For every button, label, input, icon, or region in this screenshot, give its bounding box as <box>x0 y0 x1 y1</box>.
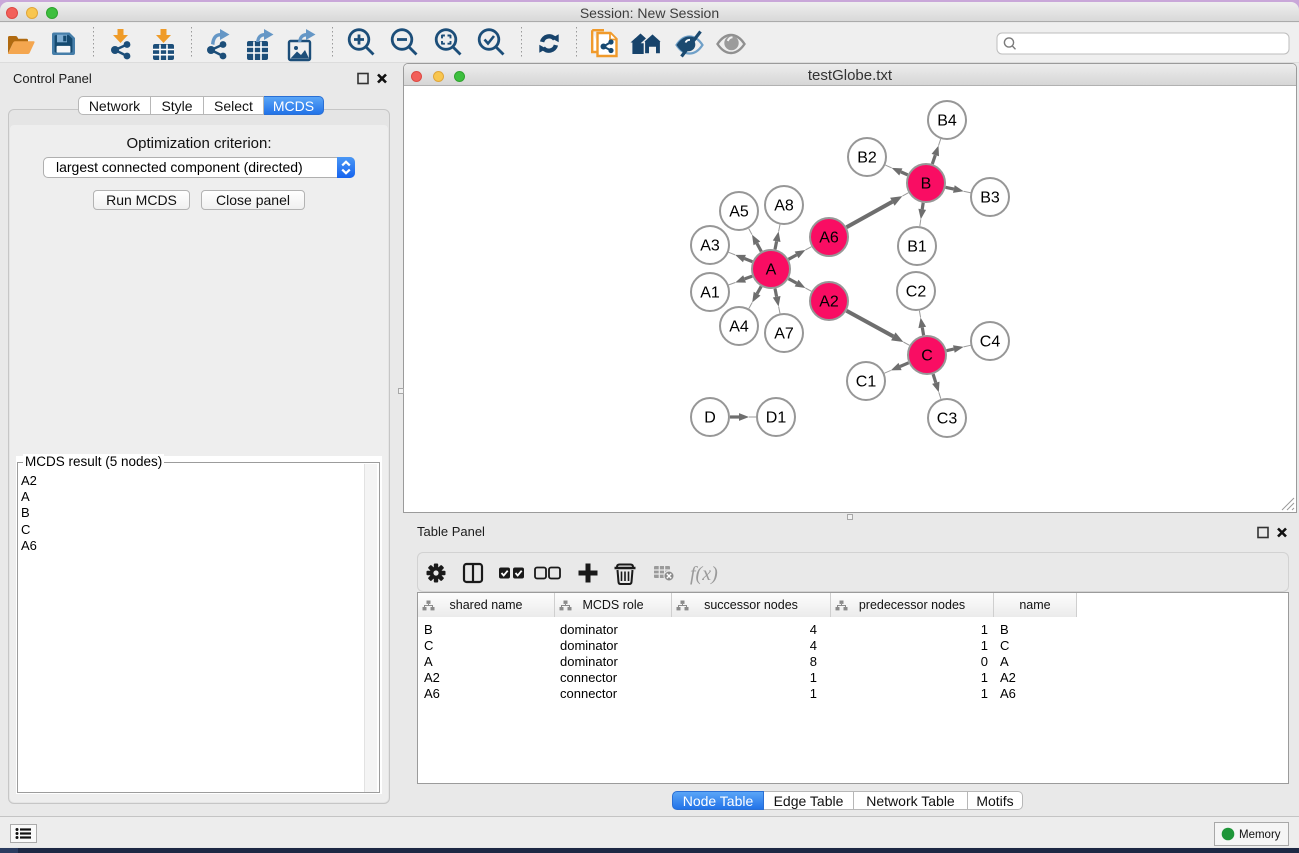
svg-text:B1: B1 <box>907 239 927 256</box>
svg-text:C1: C1 <box>856 374 877 391</box>
svg-text:C: C <box>921 348 933 365</box>
svg-text:A7: A7 <box>774 326 794 343</box>
svg-text:Memory: Memory <box>1239 829 1281 841</box>
svg-text:A4: A4 <box>729 319 749 336</box>
svg-text:A1: A1 <box>700 285 720 302</box>
svg-text:A2: A2 <box>819 294 839 311</box>
svg-text:D: D <box>704 410 716 427</box>
svg-text:A5: A5 <box>729 204 749 221</box>
svg-text:B3: B3 <box>980 190 1000 207</box>
svg-text:A8: A8 <box>774 198 794 215</box>
svg-text:D1: D1 <box>766 410 787 427</box>
svg-text:A6: A6 <box>819 230 839 247</box>
svg-text:C2: C2 <box>906 284 927 301</box>
svg-text:A: A <box>766 262 777 279</box>
svg-text:B: B <box>921 176 932 193</box>
svg-text:B2: B2 <box>857 150 877 167</box>
svg-text:A3: A3 <box>700 238 720 255</box>
svg-text:C3: C3 <box>937 411 958 428</box>
svg-text:f(x): f(x) <box>690 563 718 585</box>
svg-text:C4: C4 <box>980 334 1001 351</box>
svg-text:B4: B4 <box>937 113 957 130</box>
